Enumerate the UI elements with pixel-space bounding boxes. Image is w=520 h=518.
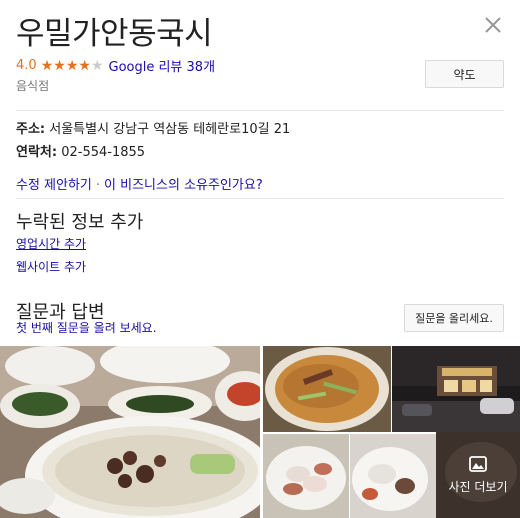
phone-row: 연락처: 02-554-1855 — [16, 141, 145, 160]
reviews-link[interactable]: Google 리뷰 38개 — [109, 56, 216, 75]
missing-info-heading: 누락된 정보 추가 — [16, 212, 144, 233]
directions-button[interactable]: 약도 — [425, 60, 504, 88]
suggest-edit-link[interactable]: 수정 제안하기 — [16, 178, 92, 193]
rating-stars: ★ ★ ★ ★ ★ — [41, 59, 104, 73]
photo-sashimi-1[interactable] — [263, 434, 349, 518]
divider — [16, 110, 504, 111]
place-title: 우밀가안동국시 — [16, 16, 213, 52]
star-icon: ★ — [78, 57, 91, 74]
add-hours-link[interactable]: 영업시간 추가 — [16, 235, 86, 252]
more-photos-button[interactable]: 사진 더보기 — [436, 432, 520, 518]
rating-row: 4.0 ★ ★ ★ ★ ★ Google 리뷰 38개 — [16, 56, 215, 75]
edit-links-row: 수정 제안하기 · 이 비즈니스의 소유주인가요? — [16, 174, 263, 193]
phone-value[interactable]: 02-554-1855 — [61, 145, 145, 160]
qa-prompt-link[interactable]: 첫 번째 질문을 올려 보세요. — [16, 319, 157, 336]
star-empty-icon: ★ — [90, 57, 104, 74]
star-icon: ★ — [53, 57, 66, 74]
photo-sashimi-2[interactable] — [350, 434, 436, 518]
address-label: 주소: — [16, 122, 46, 137]
link-separator: · — [95, 178, 101, 193]
photo-icon — [469, 455, 487, 472]
rating-value: 4.0 — [16, 58, 37, 73]
phone-label: 연락처: — [16, 145, 58, 160]
place-category: 음식점 — [16, 79, 50, 93]
ask-question-button[interactable]: 질문을 올리세요. — [404, 304, 504, 332]
address-row: 주소: 서울특별시 강남구 역삼동 테헤란로10길 21 — [16, 118, 290, 137]
star-icon: ★ — [40, 57, 54, 74]
divider — [16, 198, 504, 199]
close-icon[interactable] — [482, 14, 504, 36]
photo-soup[interactable] — [263, 346, 391, 432]
address-value: 서울특별시 강남구 역삼동 테헤란로10길 21 — [49, 122, 291, 137]
star-icon: ★ — [65, 57, 79, 74]
photo-exterior[interactable] — [392, 346, 520, 432]
own-business-link[interactable]: 이 비즈니스의 소유주인가요? — [104, 178, 263, 193]
photo-main[interactable] — [0, 346, 260, 518]
add-website-link[interactable]: 웹사이트 추가 — [16, 258, 86, 275]
more-photos-label: 사진 더보기 — [448, 479, 508, 494]
